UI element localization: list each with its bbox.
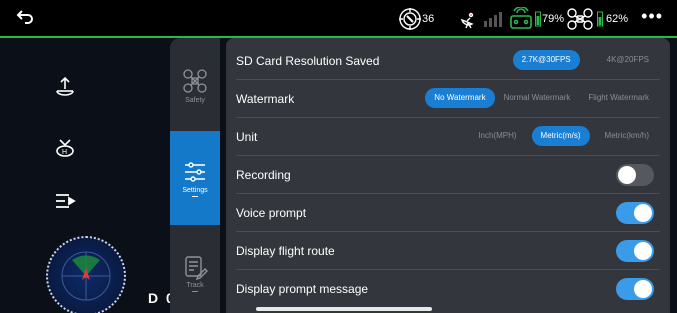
prompt-message-label: Display prompt message xyxy=(236,282,369,296)
track-edit-icon xyxy=(182,254,208,282)
signal-status xyxy=(458,6,502,32)
option-normal-watermark[interactable]: Normal Watermark xyxy=(495,88,580,108)
settings-tabs: Safety Settings Track xyxy=(170,38,220,313)
flight-route-label: Display flight route xyxy=(236,243,335,258)
drone-icon xyxy=(181,67,209,97)
sd-card-selector: 2.7K@30FPS 4K@20FPS xyxy=(512,49,658,71)
option-4k[interactable]: 4K@20FPS xyxy=(598,50,658,70)
remote-battery-percent: 79% xyxy=(542,13,565,25)
toggle-knob xyxy=(634,242,652,260)
drone-battery-percent: 62% xyxy=(606,13,629,25)
drone-battery: 62% xyxy=(566,6,628,32)
sliders-icon xyxy=(182,159,208,187)
tab-label: Track xyxy=(186,282,204,289)
flight-route-toggle[interactable] xyxy=(616,240,654,262)
back-arrow-icon[interactable] xyxy=(14,8,36,30)
svg-text:H: H xyxy=(62,149,67,156)
toggle-knob xyxy=(634,280,652,298)
unit-selector: Inch(MPH) Metric(m/s) Metric(km/h) xyxy=(469,125,658,147)
tab-underline xyxy=(192,291,198,292)
voice-prompt-label: Voice prompt xyxy=(236,205,307,220)
recording-toggle[interactable] xyxy=(616,164,654,186)
watermark-selector: No Watermark Normal Watermark Flight Wat… xyxy=(425,87,658,109)
voice-prompt-toggle[interactable] xyxy=(616,202,654,224)
settings-panel: SD Card Resolution Saved 2.7K@30FPS 4K@2… xyxy=(226,38,670,313)
signal-bars-icon xyxy=(482,9,502,29)
flight-route-row: Display flight route xyxy=(236,232,660,270)
watermark-label: Watermark xyxy=(236,91,295,106)
home-indicator[interactable] xyxy=(256,307,432,311)
watermark-row: Watermark No Watermark Normal Watermark … xyxy=(236,80,660,118)
tab-label: Safety xyxy=(185,96,205,104)
tab-settings[interactable]: Settings xyxy=(170,131,220,225)
return-home-icon[interactable]: H xyxy=(50,132,80,162)
option-2-7k[interactable]: 2.7K@30FPS xyxy=(512,50,580,70)
option-metric-kmh[interactable]: Metric(km/h) xyxy=(596,126,658,146)
option-no-watermark[interactable]: No Watermark xyxy=(425,88,495,108)
recording-row: Recording xyxy=(236,156,660,194)
drone-icon xyxy=(566,7,594,31)
gps-count: 36 xyxy=(422,13,435,25)
takeoff-icon[interactable] xyxy=(50,72,80,102)
option-metric-ms[interactable]: Metric(m/s) xyxy=(531,126,590,146)
waypoint-list-icon[interactable] xyxy=(50,186,80,216)
more-dots-icon[interactable]: ••• xyxy=(641,6,663,26)
prompt-message-toggle[interactable] xyxy=(616,278,654,300)
toggle-knob xyxy=(618,166,636,184)
option-inch-mph[interactable]: Inch(MPH) xyxy=(469,126,525,146)
sd-card-label: SD Card Resolution Saved xyxy=(236,53,380,68)
tab-track[interactable]: Track xyxy=(170,226,220,313)
gps-compass-icon xyxy=(398,7,422,31)
option-flight-watermark[interactable]: Flight Watermark xyxy=(579,88,658,108)
remote-controller-icon xyxy=(508,7,534,31)
recording-label: Recording xyxy=(236,167,291,182)
unit-row: Unit Inch(MPH) Metric(m/s) Metric(km/h) xyxy=(236,118,660,156)
tab-label: Settings xyxy=(182,187,208,194)
remote-battery: 79% xyxy=(508,6,564,32)
satellite-dish-icon xyxy=(458,8,480,30)
prompt-message-row: Display prompt message xyxy=(236,270,660,308)
voice-prompt-row: Voice prompt xyxy=(236,194,660,232)
gps-status: 36 xyxy=(398,6,434,32)
remote-battery-bar-icon xyxy=(535,11,541,27)
sd-card-row: SD Card Resolution Saved 2.7K@30FPS 4K@2… xyxy=(236,42,660,80)
toggle-knob xyxy=(634,204,652,222)
unit-label: Unit xyxy=(236,129,258,144)
tab-safety[interactable]: Safety xyxy=(170,38,220,132)
status-bar: 36 79% 62% ••• xyxy=(0,0,677,38)
tab-underline xyxy=(192,196,198,197)
drone-battery-bar-icon xyxy=(597,11,603,27)
radar-compass xyxy=(46,236,126,313)
